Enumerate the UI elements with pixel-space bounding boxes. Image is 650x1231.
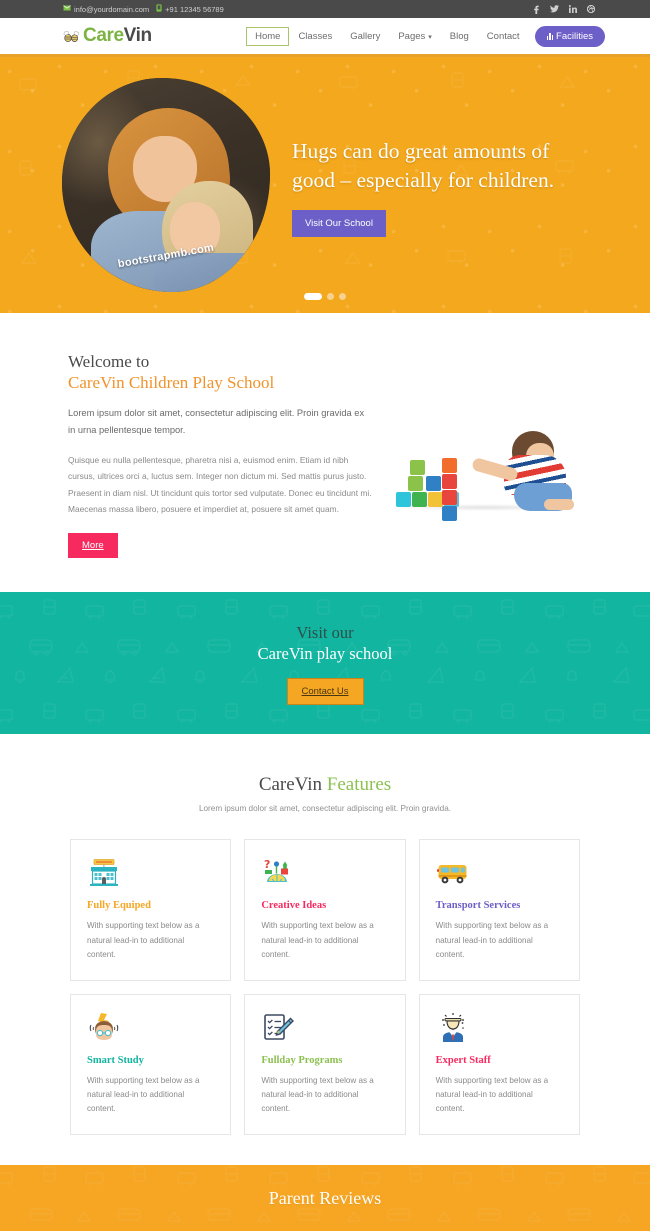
feature-title-expert-staff: Expert Staff [435, 1054, 491, 1066]
parent-reviews-section: Parent Reviews [0, 1165, 650, 1231]
phone-icon [156, 4, 162, 14]
feature-card-expert-staff[interactable]: Expert Staff With supporting text below … [418, 993, 580, 1136]
feature-text-transport-services: With supporting text below as a natural … [435, 921, 549, 959]
hero-photo: bootstrapmb.com [62, 78, 270, 292]
envelope-icon [63, 5, 71, 13]
features-subtitle: Lorem ipsum dolor sit amet, consectetur … [198, 804, 452, 814]
welcome-body-paragraph: Quisque eu nulla pellentesque, pharetra … [68, 454, 372, 515]
nav-item-blog[interactable]: Blog [441, 27, 478, 46]
school-building-icon [87, 856, 121, 890]
features-grid: Fully Equiped With supporting text below… [70, 839, 580, 1136]
hero-copy: Hugs can do great amounts of good – espe… [292, 133, 582, 237]
feature-text-expert-staff: With supporting text below as a natural … [435, 1075, 549, 1114]
phone-text: +91 12345 56789 [165, 4, 224, 14]
logo[interactable]: CareVin [63, 25, 152, 47]
teacher-person-icon [436, 1011, 470, 1045]
facebook-icon[interactable] [532, 5, 540, 14]
features-section: CareVin Features Lorem ipsum dolor sit a… [0, 734, 650, 1166]
features-title: CareVin Features [70, 774, 580, 796]
feature-text-creative-ideas: With supporting text below as a natural … [261, 921, 374, 959]
nav-label-gallery: Gallery [350, 30, 381, 42]
feature-title-creative-ideas: Creative Ideas [261, 900, 327, 912]
feature-text-fullday-programs: With supporting text below as a natural … [261, 1075, 374, 1114]
feature-title-fully-equiped: Fully Equiped [87, 900, 151, 912]
contact-us-button[interactable]: Contact Us [286, 678, 364, 706]
welcome-heading-line1: Welcome to [68, 352, 150, 371]
visit-heading-line1: Visit our [296, 622, 354, 642]
site-header: CareVin Home Classes Gallery Pages ▾ Blog… [0, 18, 650, 57]
top-bar-contact: info@yourdomain.com +91 12345 56789 [63, 4, 224, 14]
parent-reviews-title: Parent Reviews [268, 1187, 382, 1208]
feature-card-fully-equiped[interactable]: Fully Equiped With supporting text below… [70, 839, 232, 981]
smart-brain-icon [87, 1011, 121, 1045]
nav-item-contact[interactable]: Contact [478, 27, 529, 46]
visit-band: Visit our CareVin play school Contact Us [0, 592, 650, 735]
bars-chart-icon [546, 32, 554, 40]
feature-title-transport-services: Transport Services [435, 900, 521, 912]
feature-title-smart-study: Smart Study [87, 1054, 144, 1066]
bees-logo-icon [63, 29, 80, 44]
nav-item-classes[interactable]: Classes [289, 27, 341, 46]
checklist-pencil-icon [261, 1011, 295, 1045]
carousel-indicators [304, 293, 346, 300]
hero-title: Hugs can do great amounts of good – espe… [292, 139, 555, 192]
boy-figure [470, 430, 574, 511]
logo-text: CareVin [83, 25, 152, 47]
nav-item-home[interactable]: Home [246, 26, 290, 46]
welcome-text-column: Welcome to CareVin Children Play School … [68, 351, 373, 559]
main-navigation: Home Classes Gallery Pages ▾ Blog Contact… [246, 25, 605, 47]
nav-label-home: Home [255, 30, 281, 42]
feature-card-fullday-programs[interactable]: Fullday Programs With supporting text be… [244, 993, 406, 1136]
facilities-button[interactable]: Facilities [534, 25, 605, 47]
facilities-label: Facilities [556, 30, 593, 42]
feature-card-smart-study[interactable]: Smart Study With supporting text below a… [70, 993, 232, 1136]
logo-text-vin: Vin [123, 25, 152, 46]
svg-text:?: ? [264, 858, 270, 871]
welcome-image-column [383, 351, 588, 558]
nav-label-classes: Classes [298, 30, 333, 42]
nav-item-gallery[interactable]: Gallery [341, 27, 389, 46]
more-button[interactable]: More [68, 533, 118, 559]
nav-label-pages: Pages [398, 30, 426, 42]
welcome-heading-line2: CareVin Children Play School [68, 373, 275, 393]
creative-toys-icon: ? [261, 856, 295, 890]
twitter-icon[interactable] [550, 5, 559, 13]
visit-heading-line2: CareVin play school [257, 643, 393, 663]
email-contact[interactable]: info@yourdomain.com [63, 5, 149, 14]
feature-title-fullday-programs: Fullday Programs [261, 1054, 343, 1066]
hero-carousel: bootstrapmb.com Hugs can do great amount… [0, 57, 650, 313]
linkedin-icon[interactable] [569, 5, 577, 13]
feature-card-creative-ideas[interactable]: ? Creative Ideas With supporting text be… [244, 839, 406, 981]
carousel-dot-1[interactable] [304, 293, 322, 300]
feature-text-fully-equiped: With supporting text below as a natural … [87, 921, 200, 959]
nav-label-blog: Blog [449, 30, 469, 42]
nav-label-contact: Contact [486, 30, 520, 42]
features-title-part2: Features [326, 774, 392, 796]
logo-text-care: Care [83, 25, 124, 46]
phone-contact[interactable]: +91 12345 56789 [156, 4, 224, 14]
toy-blocks [395, 433, 480, 507]
chevron-down-icon: ▾ [428, 34, 432, 41]
school-bus-icon [436, 856, 470, 890]
carousel-dot-3[interactable] [339, 293, 346, 300]
feature-card-transport-services[interactable]: Transport Services With supporting text … [418, 839, 580, 981]
dribbble-icon[interactable] [587, 5, 595, 13]
email-text: info@yourdomain.com [74, 4, 150, 14]
carousel-dot-2[interactable] [327, 293, 334, 300]
welcome-section: Welcome to CareVin Children Play School … [0, 313, 650, 593]
welcome-lead-paragraph: Lorem ipsum dolor sit amet, consectetur … [68, 407, 365, 435]
nav-item-pages[interactable]: Pages ▾ [389, 27, 440, 46]
social-links [532, 5, 595, 14]
feature-text-smart-study: With supporting text below as a natural … [87, 1075, 200, 1114]
boy-playing-blocks-image [386, 389, 586, 521]
visit-our-school-button[interactable]: Visit Our School [292, 209, 386, 237]
top-bar: info@yourdomain.com +91 12345 56789 [0, 0, 650, 18]
features-title-part1: CareVin [258, 774, 327, 796]
